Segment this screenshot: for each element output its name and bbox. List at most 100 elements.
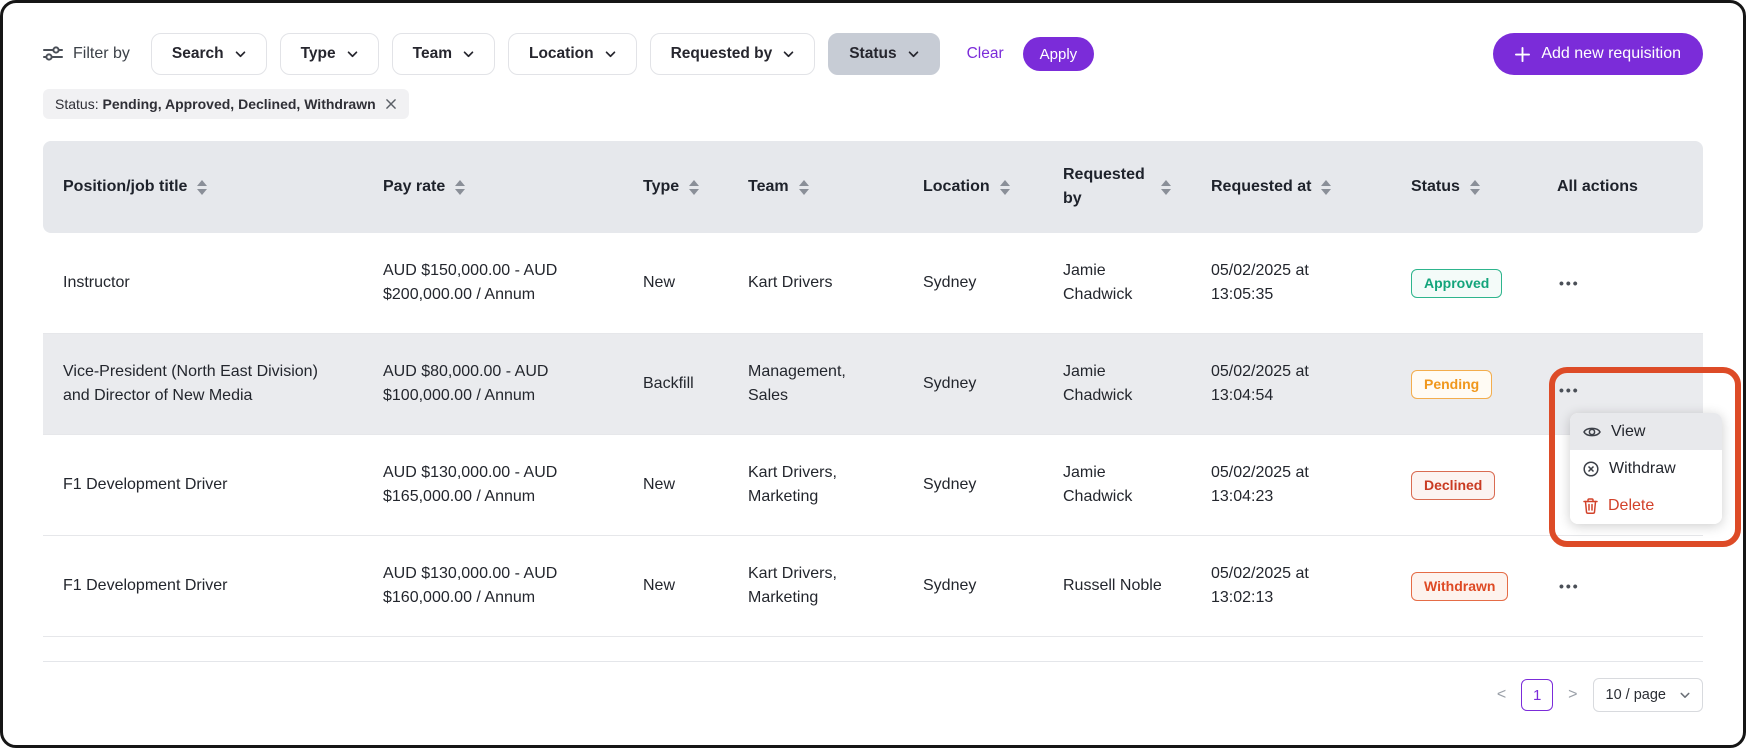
sort-icon[interactable] (197, 180, 207, 195)
filter-dropdown-location[interactable]: Location (508, 33, 637, 75)
filter-icon (43, 45, 63, 63)
header-requested-by[interactable]: Requested by (1043, 141, 1191, 233)
prev-page-button[interactable]: < (1493, 684, 1510, 706)
plus-icon (1515, 47, 1530, 62)
cell-requested-at: 05/02/2025 at 13:04:23 (1191, 435, 1391, 536)
chevron-down-icon (908, 51, 919, 58)
table-row[interactable]: F1 Development Driver AUD $130,000.00 - … (43, 536, 1703, 637)
header-type[interactable]: Type (623, 141, 728, 233)
chevron-down-icon (1680, 692, 1690, 699)
sort-icon[interactable] (455, 180, 465, 195)
chip-label: Status: Pending, Approved, Declined, Wit… (55, 96, 376, 112)
header-location[interactable]: Location (903, 141, 1043, 233)
cell-requested-by: Jamie Chadwick (1043, 334, 1191, 435)
sort-icon[interactable] (1161, 180, 1171, 195)
menu-item-view[interactable]: View (1570, 413, 1722, 450)
cell-location: Sydney (903, 435, 1043, 536)
actions-menu: View Withdraw Delete (1570, 413, 1722, 524)
clear-filters-button[interactable]: Clear (961, 44, 1010, 64)
table-row[interactable]: F1 Development Driver AUD $130,000.00 - … (43, 435, 1703, 536)
menu-item-delete[interactable]: Delete (1570, 487, 1722, 524)
table-row[interactable]: Vice-President (North East Division) and… (43, 334, 1703, 435)
requisitions-table-container: Position/job title Pay rate Type Team Lo… (43, 141, 1703, 662)
cell-type: New (623, 536, 728, 637)
sort-icon[interactable] (799, 180, 809, 195)
next-page-button[interactable]: > (1564, 684, 1581, 706)
apply-filters-button[interactable]: Apply (1023, 37, 1095, 71)
trash-icon (1583, 498, 1598, 514)
cell-location: Sydney (903, 536, 1043, 637)
cell-team: Kart Drivers (728, 233, 903, 334)
sort-icon[interactable] (689, 180, 699, 195)
requisitions-table: Position/job title Pay rate Type Team Lo… (43, 141, 1703, 637)
cell-pay-rate: AUD $130,000.00 - AUD $160,000.00 / Annu… (363, 536, 623, 637)
cell-pay-rate: AUD $130,000.00 - AUD $165,000.00 / Annu… (363, 435, 623, 536)
pagination: < 1 > 10 / page (3, 662, 1743, 712)
row-actions-button[interactable]: ••• (1557, 271, 1582, 295)
cell-position: Vice-President (North East Division) and… (43, 334, 363, 435)
row-actions-button[interactable]: ••• (1557, 378, 1582, 402)
table-header-row: Position/job title Pay rate Type Team Lo… (43, 141, 1703, 233)
cell-type: New (623, 435, 728, 536)
sort-icon[interactable] (1000, 180, 1010, 195)
cell-status: Declined (1391, 435, 1537, 536)
filter-dropdown-search[interactable]: Search (151, 33, 267, 75)
eye-icon (1583, 425, 1601, 439)
filter-by-label: Filter by (73, 45, 130, 63)
cell-pay-rate: AUD $150,000.00 - AUD $200,000.00 / Annu… (363, 233, 623, 334)
circle-x-icon (1583, 461, 1599, 477)
cell-actions: ••• (1537, 536, 1703, 637)
header-requested-at[interactable]: Requested at (1191, 141, 1391, 233)
sort-icon[interactable] (1470, 180, 1480, 195)
cell-team: Management, Sales (728, 334, 903, 435)
cell-requested-by: Jamie Chadwick (1043, 233, 1191, 334)
chevron-down-icon (605, 51, 616, 58)
page-size-select[interactable]: 10 / page (1593, 678, 1703, 712)
cell-actions: ••• (1537, 233, 1703, 334)
cell-type: New (623, 233, 728, 334)
header-team[interactable]: Team (728, 141, 903, 233)
status-filter-chip: Status: Pending, Approved, Declined, Wit… (43, 89, 409, 119)
status-badge: Declined (1411, 471, 1495, 500)
header-position[interactable]: Position/job title (43, 141, 363, 233)
menu-item-withdraw[interactable]: Withdraw (1570, 450, 1722, 487)
current-page[interactable]: 1 (1521, 679, 1553, 711)
filter-bar: Filter by Search Type Team Location Requ… (3, 3, 1743, 75)
cell-position: F1 Development Driver (43, 435, 363, 536)
active-filters-row: Status: Pending, Approved, Declined, Wit… (3, 75, 1743, 119)
cell-type: Backfill (623, 334, 728, 435)
cell-team: Kart Drivers, Marketing (728, 435, 903, 536)
chevron-down-icon (463, 51, 474, 58)
chevron-down-icon (347, 51, 358, 58)
chevron-down-icon (235, 51, 246, 58)
cell-location: Sydney (903, 334, 1043, 435)
header-status[interactable]: Status (1391, 141, 1537, 233)
filter-dropdown-requested-by[interactable]: Requested by (650, 33, 816, 75)
row-actions-button[interactable]: ••• (1557, 574, 1582, 598)
filter-by: Filter by (43, 45, 130, 63)
status-badge: Approved (1411, 269, 1502, 298)
table-row[interactable]: Instructor AUD $150,000.00 - AUD $200,00… (43, 233, 1703, 334)
chevron-down-icon (783, 51, 794, 58)
filter-dropdown-type[interactable]: Type (280, 33, 379, 75)
cell-position: F1 Development Driver (43, 536, 363, 637)
status-badge: Pending (1411, 370, 1492, 399)
cell-requested-at: 05/02/2025 at 13:05:35 (1191, 233, 1391, 334)
requisitions-page: Filter by Search Type Team Location Requ… (0, 0, 1746, 748)
sort-icon[interactable] (1321, 180, 1331, 195)
add-new-requisition-button[interactable]: Add new requisition (1493, 33, 1703, 75)
header-pay-rate[interactable]: Pay rate (363, 141, 623, 233)
filter-dropdown-status[interactable]: Status (828, 33, 939, 75)
close-icon[interactable] (385, 98, 397, 110)
cell-requested-at: 05/02/2025 at 13:02:13 (1191, 536, 1391, 637)
cell-team: Kart Drivers, Marketing (728, 536, 903, 637)
cell-pay-rate: AUD $80,000.00 - AUD $100,000.00 / Annum (363, 334, 623, 435)
cell-location: Sydney (903, 233, 1043, 334)
header-all-actions: All actions (1537, 141, 1703, 233)
cell-status: Pending (1391, 334, 1537, 435)
status-badge: Withdrawn (1411, 572, 1508, 601)
cell-requested-by: Jamie Chadwick (1043, 435, 1191, 536)
filter-dropdown-team[interactable]: Team (392, 33, 495, 75)
cell-requested-at: 05/02/2025 at 13:04:54 (1191, 334, 1391, 435)
cell-position: Instructor (43, 233, 363, 334)
